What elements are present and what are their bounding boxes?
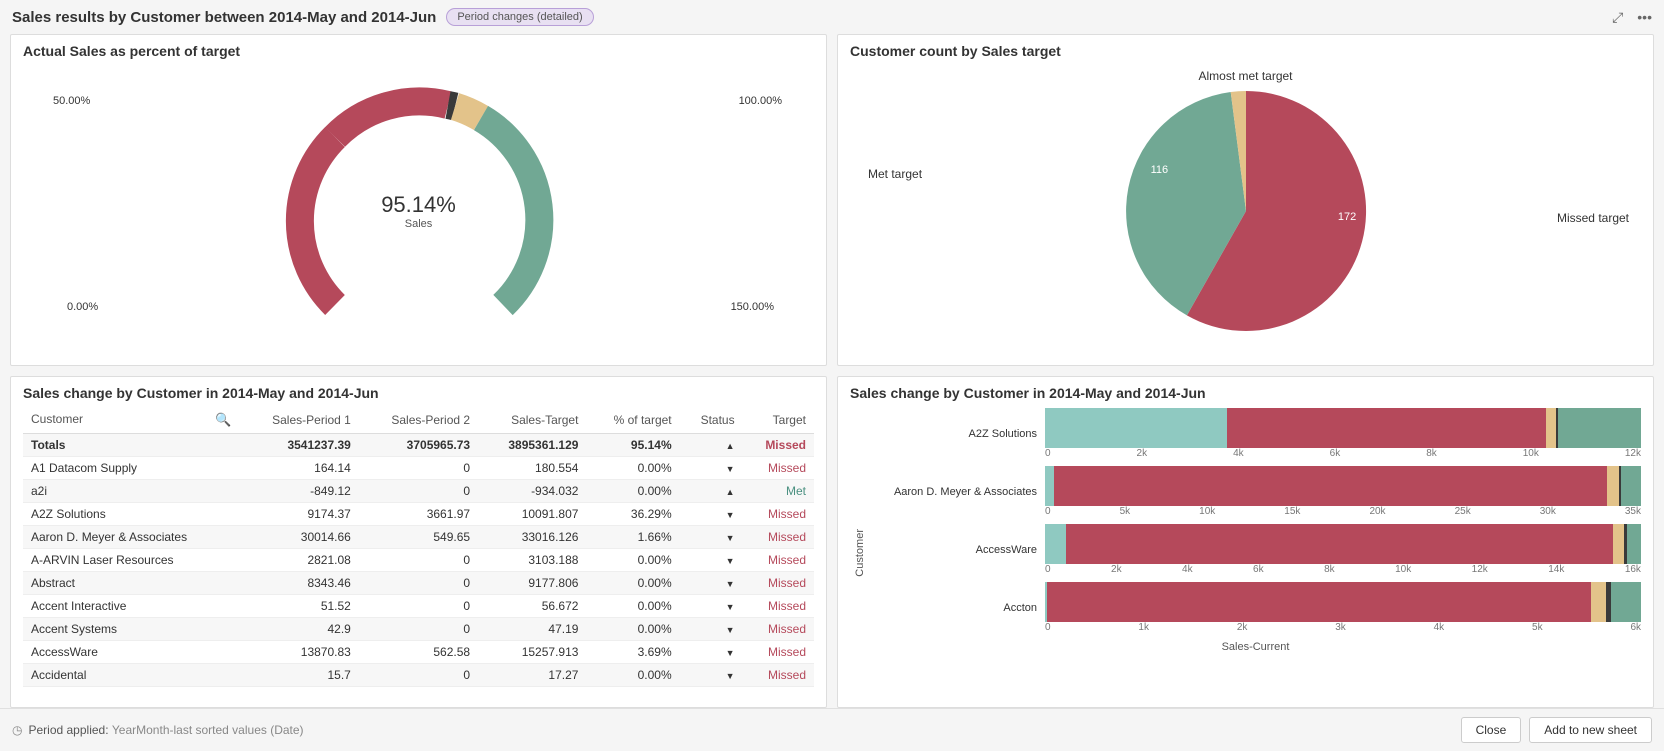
gauge-sublabel: Sales [381,218,456,230]
period-badge[interactable]: Period changes (detailed) [446,8,593,26]
bar-category: Aaron D. Meyer & Associates [870,486,1045,498]
gauge-tick-100: 100.00% [739,95,782,107]
bar-category: AccessWare [870,544,1045,556]
table-row[interactable]: Accent Systems42.9047.190.00%Missed [23,618,814,641]
gauge-tick-150: 150.00% [731,301,774,313]
bar-row[interactable]: AccessWare02k4k6k8k10k12k14k16k [870,523,1641,577]
bars-ylabel: Customer [850,529,870,577]
panel-title: Sales change by Customer in 2014-May and… [23,385,814,401]
col-p2[interactable]: Sales-Period 2 [359,407,478,434]
pie-value-missed: 172 [1338,211,1356,223]
bar-ticks: 01k2k3k4k5k6k [1045,622,1641,635]
panel-gauge: Actual Sales as percent of target 0.00% … [10,34,827,366]
col-customer[interactable]: Customer 🔍 [23,407,240,434]
pie-chart[interactable]: Almost met target Missed target Met targ… [850,65,1641,357]
table-header-row: Customer 🔍 Sales-Period 1 Sales-Period 2… [23,407,814,434]
period-applied-label: Period applied: [28,723,108,737]
bar-category: Accton [870,602,1045,614]
panel-title: Actual Sales as percent of target [23,43,814,59]
panel-table: Sales change by Customer in 2014-May and… [10,376,827,708]
table-row[interactable]: Aaron D. Meyer & Associates30014.66549.6… [23,526,814,549]
table-row[interactable]: Accent Interactive51.52056.6720.00%Misse… [23,595,814,618]
pie-label-met: Met target [868,167,922,181]
bar-row[interactable]: Accton01k2k3k4k5k6k [870,581,1641,635]
bar-ticks: 02k4k6k8k10k12k14k16k [1045,564,1641,577]
table-row[interactable]: A1 Datacom Supply164.140180.5540.00%Miss… [23,457,814,480]
bar-ticks: 02k4k6k8k10k12k [1045,448,1641,461]
panel-bars: Sales change by Customer in 2014-May and… [837,376,1654,708]
gauge-center: 95.14% Sales [381,192,456,230]
bars-chart[interactable]: Customer A2Z Solutions02k4k6k8k10k12kAar… [850,407,1641,699]
search-icon[interactable]: 🔍 [215,412,231,428]
table-row[interactable]: Accidental15.7017.270.00%Missed [23,664,814,687]
table-wrap[interactable]: Customer 🔍 Sales-Period 1 Sales-Period 2… [23,407,814,699]
table-row-totals[interactable]: Totals3541237.393705965.733895361.12995.… [23,434,814,457]
add-to-sheet-button[interactable]: Add to new sheet [1529,717,1652,743]
collapse-icon[interactable]: ⤢ [1612,9,1623,26]
bar-category: A2Z Solutions [870,428,1045,440]
pie-value-met: 116 [1151,164,1169,176]
col-target[interactable]: Target [743,407,814,434]
bar-ticks: 05k10k15k20k25k30k35k [1045,506,1641,519]
close-button[interactable]: Close [1461,717,1522,743]
bars-area: A2Z Solutions02k4k6k8k10k12kAaron D. Mey… [870,407,1641,699]
pie-label-almost: Almost met target [1198,69,1292,83]
gauge-chart[interactable]: 0.00% 50.00% 100.00% 150.00% 95.14% Sale… [23,65,814,357]
panel-pie: Customer count by Sales target Almost me… [837,34,1654,366]
gauge-value: 95.14% [381,192,456,218]
bars-xlabel: Sales-Current [870,641,1641,653]
table-row[interactable]: A-ARVIN Laser Resources2821.0803103.1880… [23,549,814,572]
bar-graph [1045,408,1641,448]
table-row[interactable]: AccessWare13870.83562.5815257.9133.69%Mi… [23,641,814,664]
panel-title: Sales change by Customer in 2014-May and… [850,385,1641,401]
pie-label-missed: Missed target [1557,211,1629,225]
pie-svg [1116,81,1376,341]
footer: Period applied: YearMonth-last sorted va… [0,708,1664,751]
page-title: Sales results by Customer between 2014-M… [12,9,436,26]
bar-graph [1045,524,1641,564]
more-icon[interactable]: ••• [1637,9,1652,25]
col-pct[interactable]: % of target [586,407,679,434]
col-p1[interactable]: Sales-Period 1 [240,407,359,434]
panel-title: Customer count by Sales target [850,43,1641,59]
dashboard-header: Sales results by Customer between 2014-M… [0,0,1664,34]
col-tgt[interactable]: Sales-Target [478,407,586,434]
dashboard-grid: Actual Sales as percent of target 0.00% … [0,34,1664,708]
col-status[interactable]: Status [680,407,743,434]
bar-row[interactable]: A2Z Solutions02k4k6k8k10k12k [870,407,1641,461]
bar-graph [1045,582,1641,622]
bar-graph [1045,466,1641,506]
table-row[interactable]: Abstract8343.4609177.8060.00%Missed [23,572,814,595]
table-row[interactable]: a2i-849.120-934.0320.00%Met [23,480,814,503]
gauge-tick-50: 50.00% [53,95,90,107]
table-row[interactable]: A2Z Solutions9174.373661.9710091.80736.2… [23,503,814,526]
gauge-tick-0: 0.00% [67,301,98,313]
clock-icon [12,723,28,737]
sales-table: Customer 🔍 Sales-Period 1 Sales-Period 2… [23,407,814,687]
bar-row[interactable]: Aaron D. Meyer & Associates05k10k15k20k2… [870,465,1641,519]
period-applied-value: YearMonth-last sorted values (Date) [112,723,304,737]
